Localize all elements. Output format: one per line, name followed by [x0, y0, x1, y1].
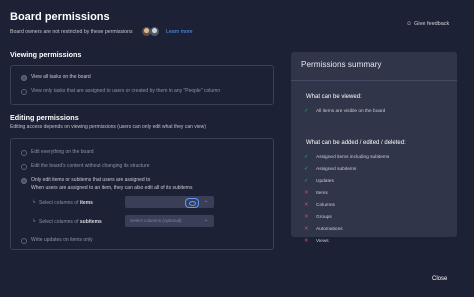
give-feedback-label: Give feedback: [414, 21, 450, 27]
option-edit-assigned-label[interactable]: Only edit items or subitems that users a…: [31, 177, 150, 183]
edit-item: Assigned items including subitems: [316, 155, 390, 160]
option-edit-everything-label[interactable]: Edit everything on the board: [31, 149, 94, 155]
check-icon: ✓: [304, 178, 309, 184]
feedback-icon: ☺: [406, 21, 413, 27]
radio-edit-content[interactable]: [21, 164, 27, 170]
subitems-columns-select[interactable]: Select columns (optional) ⌄: [125, 215, 214, 227]
owners-note: Board owners are not restricted by these…: [10, 29, 133, 35]
cross-icon: ✕: [304, 226, 309, 232]
give-feedback-button[interactable]: ☺ Give feedback: [406, 21, 449, 27]
summary-title: Permissions summary: [301, 60, 382, 69]
cross-icon: ✕: [304, 202, 309, 208]
permissions-summary-panel: Permissions summary What can be viewed: …: [291, 52, 457, 244]
radio-write-updates[interactable]: [21, 238, 27, 244]
selection-indicator: [185, 198, 199, 208]
editing-options-box: Edit everything on the board Edit the bo…: [10, 138, 274, 250]
edit-item: Automations: [316, 227, 343, 232]
option-edit-content-label[interactable]: Edit the board's content without changin…: [31, 163, 150, 169]
radio-view-all[interactable]: [21, 75, 27, 81]
edit-item: Items: [316, 191, 328, 196]
chevron-down-icon: ⌄: [204, 198, 209, 204]
option-write-updates-label[interactable]: Write updates on items only: [31, 237, 93, 243]
select-items-prefix: Select columns of: [39, 200, 79, 206]
radio-edit-assigned[interactable]: [21, 178, 27, 184]
subitems-select-placeholder: Select columns (optional): [130, 218, 182, 223]
page-title: Board permissions: [10, 11, 110, 23]
select-items-word: items: [79, 200, 93, 206]
check-icon: ✓: [304, 154, 309, 160]
viewing-options-box: View all tasks on the board View only ta…: [10, 65, 274, 105]
editing-description: Editing access depends on viewing permis…: [10, 124, 206, 130]
option-view-all-label[interactable]: View all tasks on the board: [31, 74, 91, 80]
learn-more-link[interactable]: Learn more: [166, 29, 193, 35]
radio-edit-everything[interactable]: [21, 150, 27, 156]
check-icon: ✓: [304, 166, 309, 172]
edit-item: Columns: [316, 203, 335, 208]
edit-heading: What can be added / edited / deleted:: [306, 140, 406, 146]
edit-item: Updates: [316, 179, 334, 184]
items-columns-select[interactable]: ⌄: [125, 196, 214, 208]
cross-icon: ✕: [304, 214, 309, 220]
select-subitems-label: Select columns of subitems: [39, 219, 102, 225]
close-button[interactable]: Close: [432, 276, 447, 282]
cross-icon: ✕: [304, 190, 309, 196]
option-view-assigned-label[interactable]: View only tasks that are assigned to use…: [31, 88, 220, 94]
viewed-heading: What can be viewed:: [306, 94, 362, 100]
check-icon: ✓: [304, 108, 309, 114]
edit-item: Groups: [316, 215, 332, 220]
select-items-label: Select columns of items: [39, 200, 93, 206]
chevron-down-icon: ⌄: [204, 217, 209, 223]
select-subitems-prefix: Select columns of: [39, 219, 79, 225]
viewed-item: All items are visible on the board: [316, 109, 386, 114]
subitem-arrow-icon: ↳: [32, 199, 37, 205]
editing-heading: Editing permissions: [10, 113, 79, 122]
edit-item: Assigned subitems: [316, 167, 357, 172]
summary-divider: [291, 80, 457, 81]
cross-icon: ✕: [304, 238, 309, 244]
radio-view-assigned[interactable]: [21, 89, 27, 95]
viewing-heading: Viewing permissions: [10, 50, 82, 59]
edit-item: Views: [316, 239, 329, 244]
avatar: [150, 27, 159, 36]
assigned-note: When users are assigned to an item, they…: [31, 185, 193, 191]
select-subitems-word: subitems: [79, 219, 102, 225]
subitem-arrow-icon: ↳: [32, 218, 37, 224]
